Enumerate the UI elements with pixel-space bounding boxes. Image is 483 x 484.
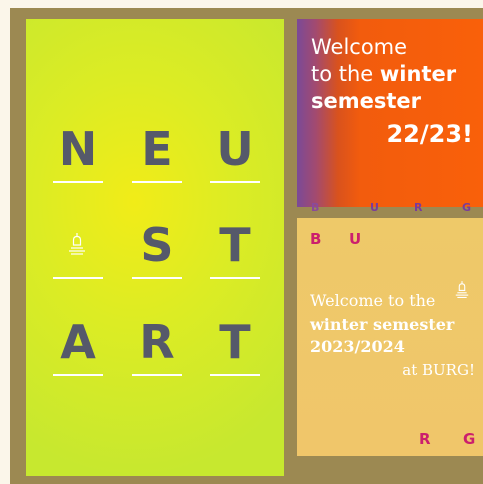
letter-underline: [132, 277, 182, 279]
poster-letter: E: [141, 122, 173, 176]
welcome-line: Welcome: [311, 35, 408, 59]
letter-underline: [210, 181, 260, 183]
burg-letter: G: [463, 430, 476, 448]
burg-letter: R: [419, 430, 431, 448]
to-the-winter-line: to the winter: [311, 62, 457, 86]
poster-letter: S: [140, 218, 174, 272]
at-burg-line: at BURG!: [402, 361, 475, 379]
burg-letter: R: [414, 201, 423, 214]
poster-letter: U: [216, 122, 254, 176]
neustart-poster[interactable]: N E U S T A R T: [26, 19, 284, 476]
winter-semester-line: winter semester: [310, 315, 455, 334]
letter-underline: [53, 181, 103, 183]
burg-letter: B: [311, 201, 320, 214]
poster-letter: A: [60, 315, 96, 369]
poster-letter: T: [219, 315, 251, 369]
burg-letter: U: [370, 201, 379, 214]
tower-icon: [68, 232, 86, 266]
letter-underline: [53, 277, 103, 279]
tower-icon: [455, 280, 469, 308]
letter-underline: [132, 374, 182, 376]
letter-underline: [210, 374, 260, 376]
poster-letter: T: [219, 218, 251, 272]
winter-semester-orange-poster[interactable]: Welcome to the winter semester 22/23! B …: [297, 19, 483, 213]
burg-letter: B: [310, 230, 322, 248]
poster-letter: N: [58, 122, 98, 176]
year-line: 2023/2024: [310, 337, 405, 356]
letter-underline: [210, 277, 260, 279]
burg-letter: G: [462, 201, 472, 214]
year-label: 22/23!: [386, 120, 473, 148]
burg-letter: U: [349, 230, 362, 248]
welcome-to-the-line: Welcome to the: [310, 291, 436, 310]
letter-underline: [132, 181, 182, 183]
letter-underline: [53, 374, 103, 376]
winter-semester-sand-poster[interactable]: B U Welcome to the winter semester 2023/…: [297, 218, 483, 456]
semester-line: semester: [311, 89, 422, 113]
poster-letter: R: [139, 315, 175, 369]
